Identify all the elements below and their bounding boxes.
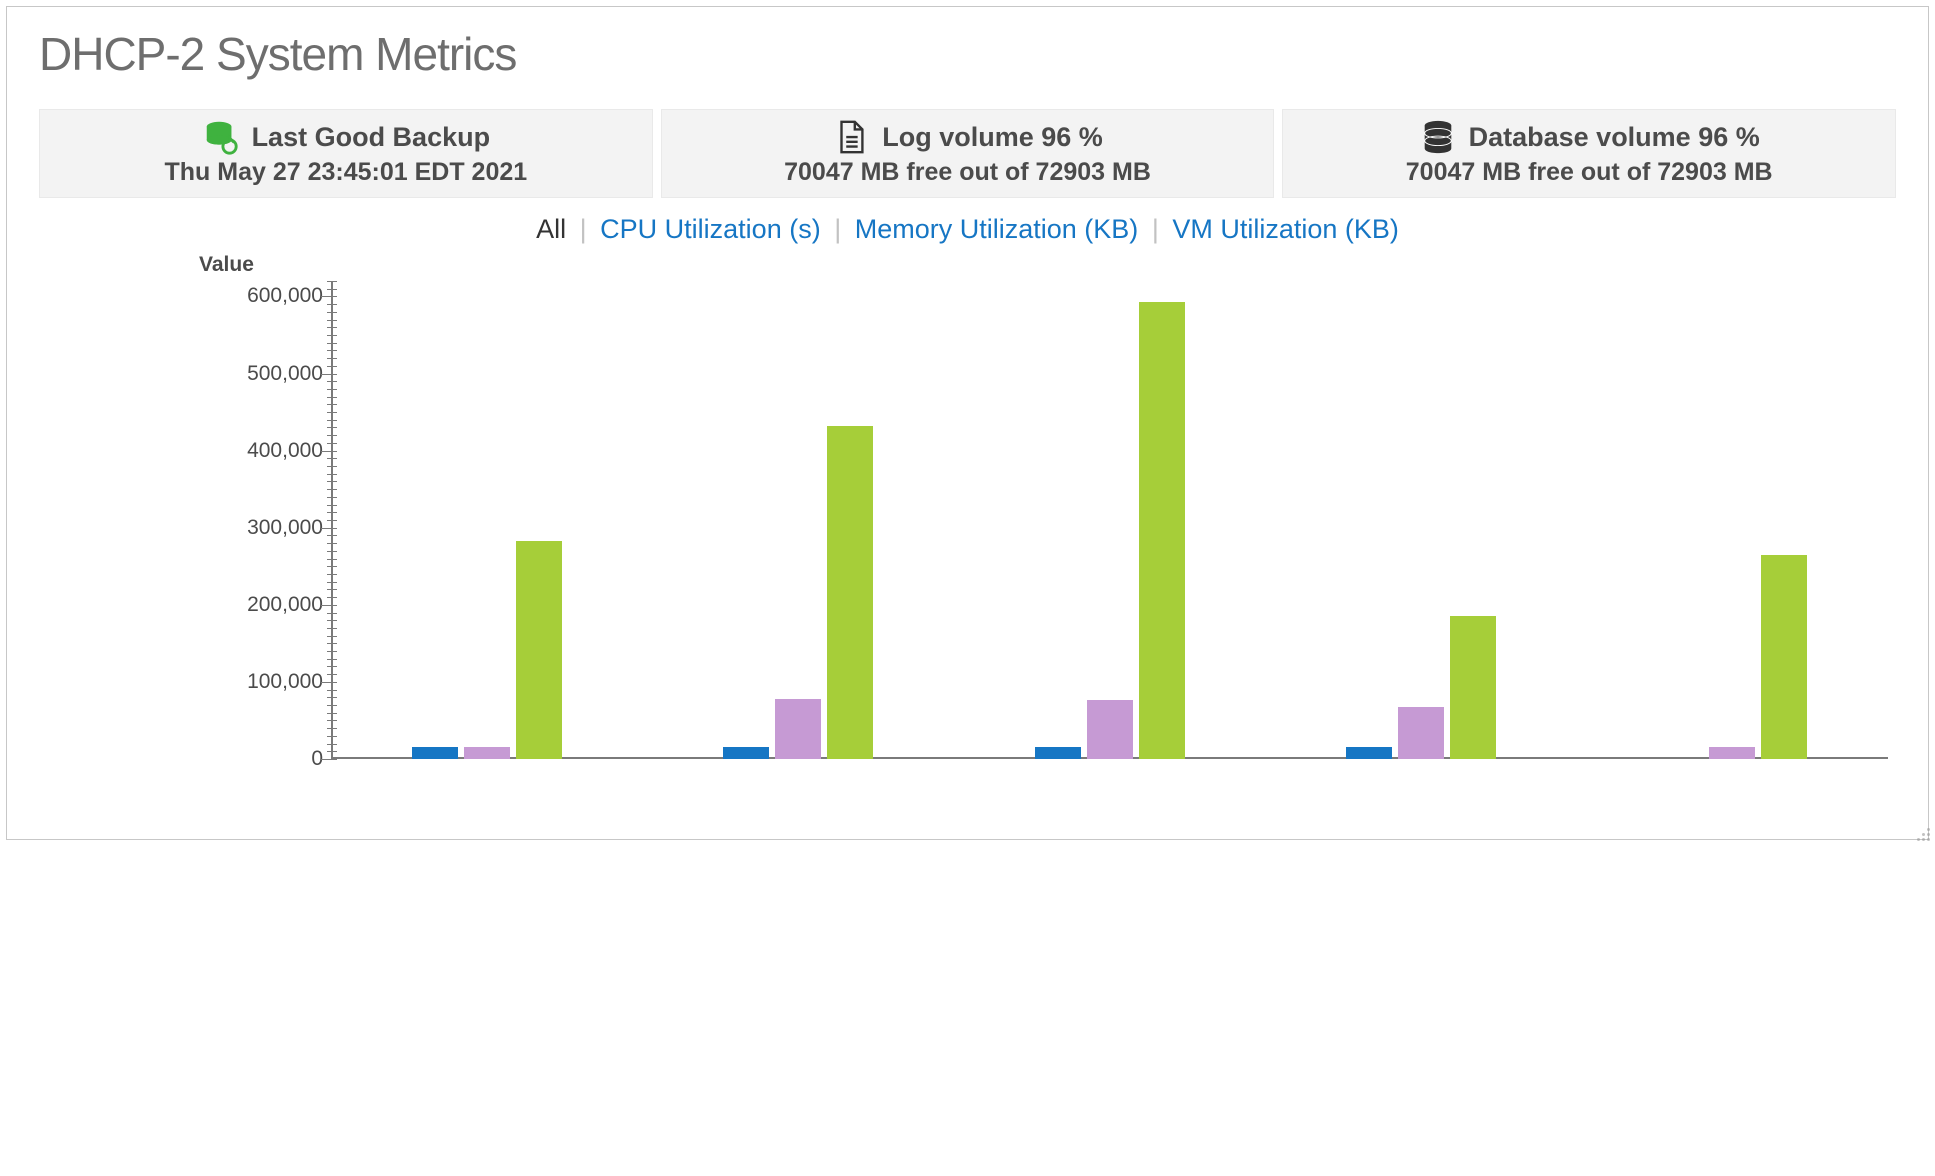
y-tick-label: 100,000 xyxy=(247,670,323,694)
bar-cpu[interactable] xyxy=(723,747,769,759)
y-tick-label: 200,000 xyxy=(247,593,323,617)
bar-group xyxy=(1577,281,1888,759)
bar-memory[interactable] xyxy=(1709,747,1755,759)
db-volume-card: Database volume 96 % 70047 MB free out o… xyxy=(1282,109,1896,198)
bar-group xyxy=(954,281,1265,759)
backup-detail: Thu May 27 23:45:01 EDT 2021 xyxy=(50,158,642,187)
bar-groups xyxy=(331,281,1888,759)
tab-separator: | xyxy=(1152,214,1159,244)
backup-label: Last Good Backup xyxy=(252,122,491,153)
bar-memory[interactable] xyxy=(1087,700,1133,759)
bar-memory[interactable] xyxy=(1398,707,1444,759)
backup-card: Last Good Backup Thu May 27 23:45:01 EDT… xyxy=(39,109,653,198)
y-tick-label: 600,000 xyxy=(247,284,323,308)
db-volume-label: Database volume 96 % xyxy=(1469,122,1760,153)
y-tick-label: 400,000 xyxy=(247,439,323,463)
backup-icon xyxy=(202,118,240,156)
log-volume-label: Log volume 96 % xyxy=(882,122,1103,153)
dashboard-panel: DHCP-2 System Metrics Last Good Backup T… xyxy=(6,6,1929,840)
db-volume-detail: 70047 MB free out of 72903 MB xyxy=(1293,158,1885,187)
tab-all[interactable]: All xyxy=(536,214,566,244)
bar-group xyxy=(331,281,642,759)
tab-separator: | xyxy=(580,214,587,244)
bar-vm[interactable] xyxy=(1450,616,1496,759)
bar-memory[interactable] xyxy=(775,699,821,759)
document-icon xyxy=(832,118,870,156)
bar-cpu[interactable] xyxy=(1035,747,1081,759)
bar-vm[interactable] xyxy=(827,426,873,759)
y-tick-label: 300,000 xyxy=(247,516,323,540)
bar-vm[interactable] xyxy=(1761,555,1807,759)
bar-group xyxy=(642,281,953,759)
bar-cpu[interactable] xyxy=(1346,747,1392,759)
tab-separator: | xyxy=(834,214,841,244)
bar-vm[interactable] xyxy=(1139,302,1185,759)
metric-tabs: All | CPU Utilization (s) | Memory Utili… xyxy=(21,214,1914,245)
bar-cpu[interactable] xyxy=(412,747,458,759)
page-title: DHCP-2 System Metrics xyxy=(39,27,1914,81)
tab-memory[interactable]: Memory Utilization (KB) xyxy=(855,214,1139,244)
tab-cpu[interactable]: CPU Utilization (s) xyxy=(600,214,821,244)
database-icon xyxy=(1419,118,1457,156)
bar-memory[interactable] xyxy=(464,747,510,759)
resize-handle-icon[interactable] xyxy=(1914,825,1930,841)
bar-vm[interactable] xyxy=(516,541,562,759)
y-tick-label: 500,000 xyxy=(247,362,323,386)
log-volume-detail: 70047 MB free out of 72903 MB xyxy=(672,158,1264,187)
chart-area: 0100,000200,000300,000400,000500,000600,… xyxy=(47,281,1888,759)
bar-group xyxy=(1265,281,1576,759)
tab-vm[interactable]: VM Utilization (KB) xyxy=(1172,214,1399,244)
y-axis-label: Value xyxy=(199,253,1914,277)
summary-cards: Last Good Backup Thu May 27 23:45:01 EDT… xyxy=(39,109,1896,198)
log-volume-card: Log volume 96 % 70047 MB free out of 729… xyxy=(661,109,1275,198)
y-axis: 0100,000200,000300,000400,000500,000600,… xyxy=(189,281,331,759)
